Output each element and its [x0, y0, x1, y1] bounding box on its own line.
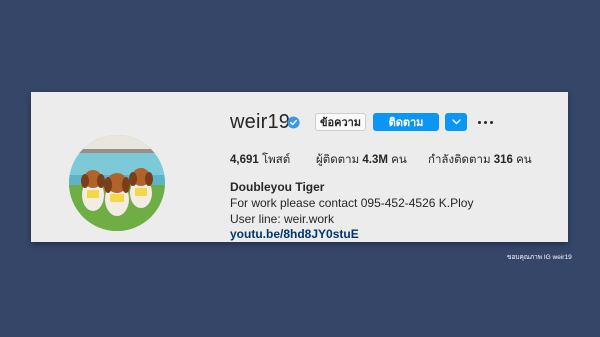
followers-unit: คน [387, 154, 407, 166]
profile-avatar[interactable] [69, 135, 165, 231]
profile-website-link[interactable]: youtu.be/8hd8JY0stuE [230, 227, 359, 241]
following-label: กำลังติดตาม [428, 154, 494, 166]
more-options-icon[interactable] [476, 112, 494, 132]
follow-button[interactable]: ติดตาม [373, 113, 439, 131]
image-credit: ขอบคุณภาพ IG weir19 [507, 254, 572, 261]
suggested-dropdown-button[interactable] [445, 113, 467, 131]
posts-label: โพสต์ [258, 154, 291, 166]
followers-count[interactable]: ผู้ติดตาม 4.3M คน [316, 151, 407, 169]
profile-header-card: weir19 ข้อความ ติดตาม 4,691 โพสต์ ผู้ติด… [31, 92, 568, 242]
following-value: 316 [493, 154, 513, 166]
following-unit: คน [512, 154, 532, 166]
followers-label: ผู้ติดตาม [316, 154, 363, 166]
avatar-photo [69, 135, 165, 231]
profile-username: weir19 [230, 111, 291, 133]
message-button[interactable]: ข้อความ [315, 113, 366, 131]
posts-count[interactable]: 4,691 โพสต์ [230, 151, 290, 169]
following-count[interactable]: กำลังติดตาม 316 คน [428, 151, 532, 169]
verified-badge-icon [287, 116, 300, 129]
followers-value: 4.3M [362, 154, 388, 166]
profile-full-name: Doubleyou Tiger [230, 180, 325, 194]
bio-line-work-contact: For work please contact 095-452-4526 K.P… [230, 196, 474, 210]
posts-value: 4,691 [230, 154, 259, 166]
bio-line-user-line: User line: weir.work [230, 212, 335, 226]
chevron-down-icon [451, 119, 461, 125]
